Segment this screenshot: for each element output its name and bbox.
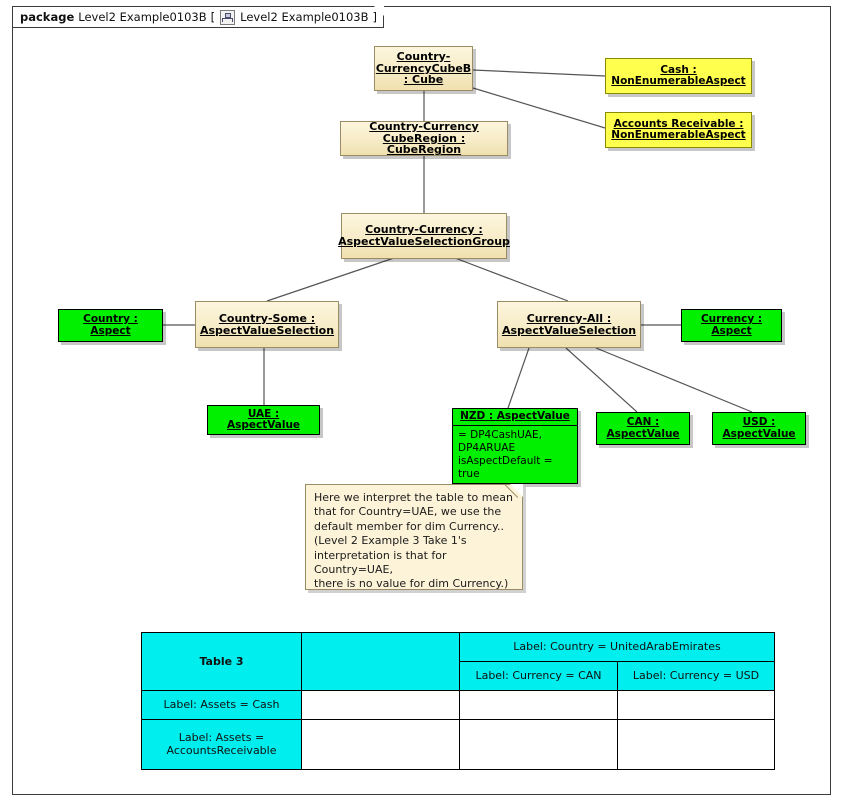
note-line: Here we interpret the table to mean [314,491,513,504]
node-uae-aspectvalue[interactable]: UAE : AspectValue [207,405,320,435]
node-title: Country : Aspect [83,313,138,337]
node-title: Accounts Receivable : NonEnumerableAspec… [611,117,746,141]
note-line: that for Country=UAE, we use the [314,505,502,519]
package-name: Level2 Example0103B [78,10,207,24]
node-title: Country-Some : AspectValueSelection [199,311,335,337]
table-title-cell: Table 3 [141,632,302,691]
package-diagram-name: Level2 Example0103B [240,10,369,24]
node-title: Country-Currency CubeRegion : CubeRegion [369,119,479,157]
node-header: NZD : AspectValue [453,409,577,426]
table-header-country: Label: Country = UnitedArabEmirates [459,632,775,662]
node-aspectvalueselectiongroup[interactable]: Country-Currency : AspectValueSelectionG… [338,213,510,259]
table-row-header-cash: Label: Assets = Cash [141,689,302,720]
attribute-line: DP4ARUAE [458,441,516,454]
table-cell[interactable] [617,689,775,720]
node-usd-aspectvalue[interactable]: USD : AspectValue [712,412,806,445]
node-title: Country-Currency : AspectValueSelectionG… [338,223,510,248]
table-row-header-accounts-receivable: Label: Assets = AccountsReceivable [141,718,302,771]
node-title: UAE : AspectValue [226,407,301,431]
node-currency-aspect[interactable]: Currency : Aspect [681,309,782,342]
node-currency-all-aspectvalueselection[interactable]: Currency-All : AspectValueSelection [497,301,641,348]
node-title: Currency-All : AspectValueSelection [501,311,637,337]
note-fold-line [505,484,523,502]
node-title: Country-CurrencyCubeB : Cube [375,49,472,87]
node-title: USD : AspectValue [722,416,796,440]
table-cell[interactable] [301,689,460,720]
node-country-some-aspectvalueselection[interactable]: Country-Some : AspectValueSelection [195,301,339,348]
node-nzd-aspectvalue[interactable]: NZD : AspectValue = DP4CashUAE, DP4ARUAE… [452,408,578,484]
table-3: Table 3 Label: Country = UnitedArabEmira… [141,632,775,771]
node-cash-nonenumerableaspect[interactable]: Cash : NonEnumerableAspect [605,58,752,94]
table-cell[interactable] [617,718,775,771]
note-comment[interactable]: Here we interpret the table to mean that… [305,484,523,590]
table-row: Table 3 Label: Country = UnitedArabEmira… [141,632,775,691]
table-cell[interactable] [459,718,618,771]
note-line: there is no value for dim Currency.) [314,577,509,591]
diagram-icon [220,9,236,25]
node-title: Cash : NonEnumerableAspect [611,63,746,87]
attribute-line: isAspectDefault = true [458,454,553,480]
node-title: NZD : AspectValue [460,410,570,423]
table-header-currency-usd: Label: Currency = USD [617,660,775,691]
note-line: default member for dim Currency.. [314,519,505,533]
tab-corner-fold [374,6,385,16]
node-country-currency-cuberegion[interactable]: Country-Currency CubeRegion : CubeRegion [340,119,508,157]
node-title: CAN : AspectValue [606,416,680,440]
table-header-currency-can: Label: Currency = CAN [459,660,618,691]
note-line: interpretation is that for Country=UAE, [314,548,447,577]
table-row: Label: Assets = AccountsReceivable [141,718,775,771]
node-attributes: = DP4CashUAE, DP4ARUAE isAspectDefault =… [453,426,577,484]
table-cell[interactable] [301,718,460,771]
table-cell[interactable] [459,689,618,720]
node-accounts-receivable-nonenumerableaspect[interactable]: Accounts Receivable : NonEnumerableAspec… [605,112,752,148]
package-keyword: package [20,10,75,24]
attribute-line: = DP4CashUAE, [458,428,542,441]
node-title: Currency : Aspect [700,313,763,337]
package-header-tab: package Level2 Example0103B [ Level2 Exa… [12,6,385,28]
node-can-aspectvalue[interactable]: CAN : AspectValue [596,412,690,445]
bracket-open: [ [210,10,216,24]
node-country-currency-cube[interactable]: Country-CurrencyCubeB : Cube [374,46,473,91]
node-country-aspect[interactable]: Country : Aspect [58,309,163,342]
table-blank-corner-cell [301,632,460,691]
note-line: (Level 2 Example 3 Take 1's [314,534,467,548]
table-row: Label: Assets = Cash [141,689,775,720]
